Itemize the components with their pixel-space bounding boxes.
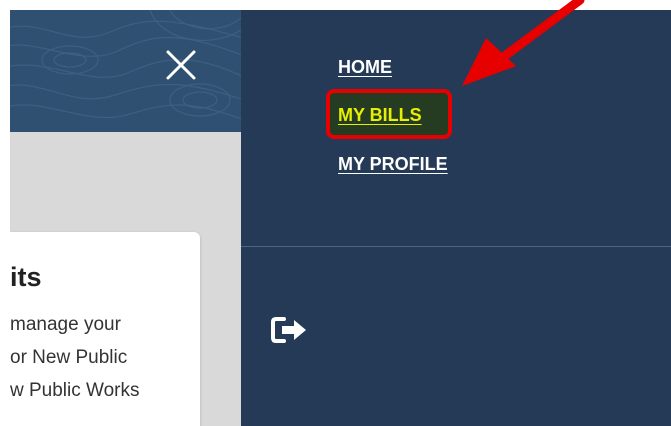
card-text-line: manage your (10, 314, 121, 335)
close-icon[interactable] (164, 48, 198, 82)
page-header-banner (10, 10, 241, 132)
nav-link-my-bills[interactable]: MY BILLS (338, 105, 422, 126)
card-text-line: w Public Works (10, 380, 140, 401)
nav-link-home[interactable]: HOME (338, 57, 392, 78)
annotation-arrow (462, 0, 585, 86)
nav-divider (241, 246, 671, 247)
sign-out-icon[interactable] (270, 316, 310, 344)
card-text-line: or New Public (10, 347, 128, 368)
nav-link-my-profile[interactable]: MY PROFILE (338, 154, 448, 175)
card-title: its (10, 262, 42, 292)
info-card: its manage your or New Public w Public W… (10, 232, 200, 426)
background-page: its manage your or New Public w Public W… (10, 10, 241, 426)
topographic-pattern (10, 10, 241, 120)
